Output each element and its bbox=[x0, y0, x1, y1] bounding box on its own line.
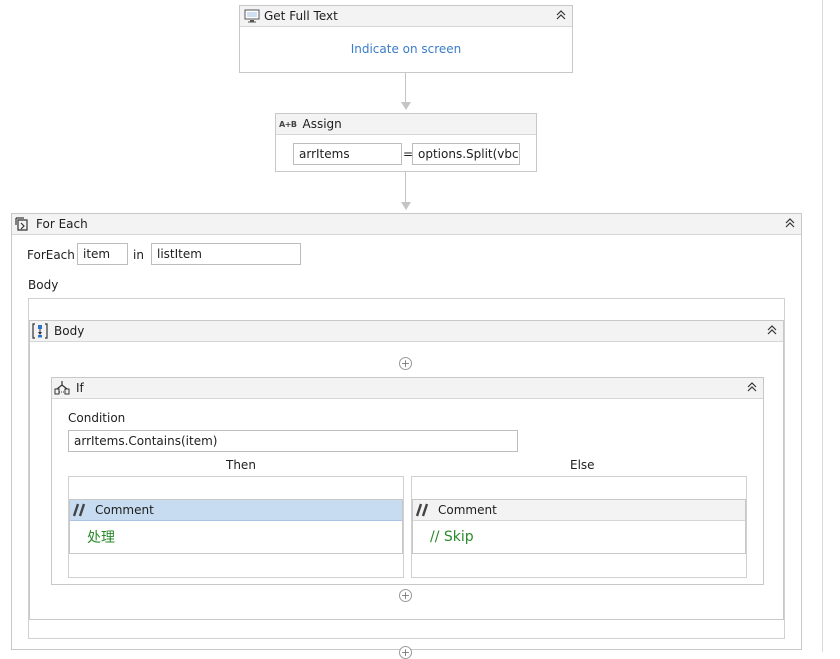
assign-ab-icon: A+B bbox=[279, 119, 297, 129]
connector-line bbox=[405, 172, 406, 202]
monitor-icon bbox=[244, 9, 260, 23]
activity-title: Comment bbox=[438, 503, 497, 517]
body-sequence-activity[interactable]: Body + If Condition arrItems.Contains(it… bbox=[29, 320, 784, 620]
activity-title: If bbox=[76, 381, 84, 395]
assign-value-field[interactable]: options.Split(vbcrlf) bbox=[412, 143, 520, 165]
sequence-icon bbox=[32, 323, 48, 339]
if-header[interactable]: If bbox=[52, 378, 763, 399]
in-label: in bbox=[133, 248, 144, 262]
foreach-icon bbox=[15, 216, 30, 232]
activity-title: Comment bbox=[95, 503, 154, 517]
then-comment-header[interactable]: Comment bbox=[70, 500, 402, 521]
body-sequence-header[interactable]: Body bbox=[30, 321, 783, 342]
collapse-icon[interactable] bbox=[783, 216, 797, 230]
foreach-item-field[interactable]: item bbox=[77, 243, 128, 265]
foreach-label: ForEach bbox=[27, 248, 75, 262]
canvas-right-edge bbox=[822, 0, 823, 652]
assign-activity[interactable]: A+B Assign arrItems = options.Split(vbcr… bbox=[275, 113, 537, 172]
then-label: Then bbox=[226, 458, 256, 472]
if-activity[interactable]: If Condition arrItems.Contains(item) The… bbox=[51, 377, 764, 585]
add-activity-plus-icon[interactable]: + bbox=[399, 646, 412, 659]
else-label: Else bbox=[570, 458, 595, 472]
comment-icon bbox=[416, 503, 432, 517]
collapse-icon[interactable] bbox=[554, 8, 568, 22]
else-comment-header[interactable]: Comment bbox=[413, 500, 745, 521]
then-comment-activity[interactable]: Comment 处理 bbox=[69, 499, 403, 554]
get-full-text-header[interactable]: Get Full Text bbox=[240, 6, 572, 27]
for-each-activity[interactable]: For Each ForEach item in listItem Body B… bbox=[11, 213, 802, 650]
else-comment-activity[interactable]: Comment // Skip bbox=[412, 499, 746, 554]
condition-label: Condition bbox=[68, 411, 126, 425]
connector-arrow bbox=[401, 102, 411, 110]
else-container: Comment // Skip bbox=[411, 476, 747, 578]
comment-text[interactable]: 处理 bbox=[87, 527, 115, 547]
body-label: Body bbox=[28, 278, 59, 292]
for-each-header[interactable]: For Each bbox=[12, 214, 801, 235]
foreach-collection-field[interactable]: listItem bbox=[151, 243, 301, 265]
add-activity-plus-icon[interactable]: + bbox=[399, 589, 412, 602]
collapse-icon[interactable] bbox=[765, 323, 779, 337]
activity-title: Body bbox=[54, 324, 85, 338]
comment-icon bbox=[73, 503, 89, 517]
activity-title: For Each bbox=[36, 217, 88, 231]
add-activity-plus-icon[interactable]: + bbox=[399, 357, 412, 370]
assign-header[interactable]: A+B Assign bbox=[276, 114, 536, 135]
if-icon bbox=[54, 380, 70, 396]
assign-to-field[interactable]: arrItems bbox=[293, 143, 402, 165]
comment-text[interactable]: // Skip bbox=[430, 529, 474, 545]
connector-arrow bbox=[401, 202, 411, 210]
get-full-text-activity[interactable]: Get Full Text Indicate on screen bbox=[239, 5, 573, 73]
collapse-icon[interactable] bbox=[745, 380, 759, 394]
activity-title: Get Full Text bbox=[264, 9, 338, 23]
connector-line bbox=[405, 73, 406, 102]
condition-field[interactable]: arrItems.Contains(item) bbox=[68, 430, 518, 452]
then-container: Comment 处理 bbox=[68, 476, 404, 578]
indicate-on-screen-link[interactable]: Indicate on screen bbox=[240, 42, 572, 56]
activity-title: Assign bbox=[302, 117, 342, 131]
